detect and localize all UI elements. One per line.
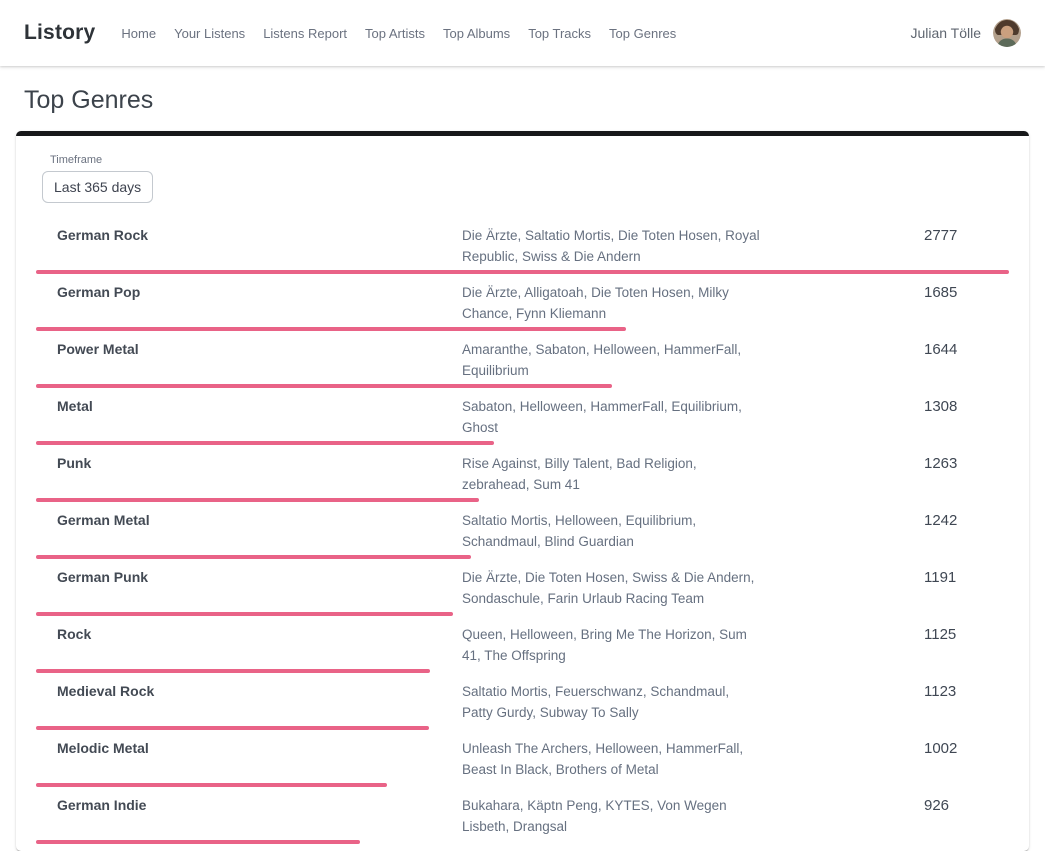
genre-bar (36, 669, 430, 673)
genre-artists: Die Ärzte, Die Toten Hosen, Swiss & Die … (462, 567, 762, 609)
genre-name: German Rock (36, 225, 462, 243)
genre-count: 1308 (924, 396, 1009, 415)
genre-name: Metal (36, 396, 462, 414)
genre-artists: Amaranthe, Sabaton, Helloween, HammerFal… (462, 339, 762, 381)
genre-bar (36, 327, 626, 331)
genre-artists: Unleash The Archers, Helloween, HammerFa… (462, 738, 762, 780)
nav-item-listens-report[interactable]: Listens Report (263, 26, 347, 41)
page-title: Top Genres (24, 86, 1021, 115)
genre-row: Melodic MetalUnleash The Archers, Hellow… (36, 733, 1009, 790)
genre-name: German Metal (36, 510, 462, 528)
genre-count: 2777 (924, 225, 1009, 244)
genre-name: German Pop (36, 282, 462, 300)
genre-row: Power MetalAmaranthe, Sabaton, Helloween… (36, 334, 1009, 391)
genre-artists: Sabaton, Helloween, HammerFall, Equilibr… (462, 396, 762, 438)
genre-name: Medieval Rock (36, 681, 462, 699)
genre-row: Medieval RockSaltatio Mortis, Feuerschwa… (36, 676, 1009, 733)
genre-bar (36, 498, 479, 502)
nav-item-your-listens[interactable]: Your Listens (174, 26, 245, 41)
genre-artists: Die Ärzte, Saltatio Mortis, Die Toten Ho… (462, 225, 762, 267)
genre-name: Power Metal (36, 339, 462, 357)
genre-name: German Punk (36, 567, 462, 585)
avatar[interactable] (993, 19, 1021, 47)
avatar-image (993, 19, 1021, 47)
timeframe-select[interactable]: Last 365 days (42, 171, 153, 203)
genre-row: German PopDie Ärzte, Alligatoah, Die Tot… (36, 277, 1009, 334)
nav-links: Home Your Listens Listens Report Top Artist… (121, 26, 676, 41)
nav-item-top-genres[interactable]: Top Genres (609, 26, 676, 41)
nav-item-top-tracks[interactable]: Top Tracks (528, 26, 591, 41)
top-genres-card: Timeframe Last 365 days German RockDie Ä… (16, 131, 1029, 851)
genre-count: 1263 (924, 453, 1009, 472)
nav-item-top-artists[interactable]: Top Artists (365, 26, 425, 41)
genre-name: Rock (36, 624, 462, 642)
top-navbar: Listory Home Your Listens Listens Report To… (0, 0, 1045, 66)
genre-name: German Indie (36, 795, 462, 813)
genre-artists: Rise Against, Billy Talent, Bad Religion… (462, 453, 762, 495)
genre-count: 1685 (924, 282, 1009, 301)
genre-row: German PunkDie Ärzte, Die Toten Hosen, S… (36, 562, 1009, 619)
genre-bar (36, 555, 471, 559)
genre-bar (36, 384, 612, 388)
genre-bar (36, 840, 360, 844)
genre-row: PunkRise Against, Billy Talent, Bad Reli… (36, 448, 1009, 505)
genre-artists: Bukahara, Käptn Peng, KYTES, Von Wegen L… (462, 795, 762, 837)
genre-artists: Saltatio Mortis, Helloween, Equilibrium,… (462, 510, 762, 552)
genre-count: 926 (924, 795, 1009, 814)
genre-count: 1123 (924, 681, 1009, 700)
brand-logo[interactable]: Listory (24, 21, 95, 45)
genre-name: Melodic Metal (36, 738, 462, 756)
genre-count: 1002 (924, 738, 1009, 757)
genre-bar (36, 441, 494, 445)
genre-row: MetalSabaton, Helloween, HammerFall, Equ… (36, 391, 1009, 448)
genre-table: German RockDie Ärzte, Saltatio Mortis, D… (36, 220, 1009, 847)
user-menu: Julian Tölle (910, 19, 1021, 47)
genre-count: 1242 (924, 510, 1009, 529)
genre-name: Punk (36, 453, 462, 471)
nav-item-top-albums[interactable]: Top Albums (443, 26, 510, 41)
genre-bar (36, 726, 429, 730)
genre-bar (36, 612, 453, 616)
genre-artists: Saltatio Mortis, Feuerschwanz, Schandmau… (462, 681, 762, 723)
nav-item-home[interactable]: Home (121, 26, 156, 41)
genre-count: 1644 (924, 339, 1009, 358)
genre-row: RockQueen, Helloween, Bring Me The Horiz… (36, 619, 1009, 676)
genre-artists: Queen, Helloween, Bring Me The Horizon, … (462, 624, 762, 666)
genre-row: German IndieBukahara, Käptn Peng, KYTES,… (36, 790, 1009, 847)
user-name[interactable]: Julian Tölle (910, 25, 981, 41)
genre-artists: Die Ärzte, Alligatoah, Die Toten Hosen, … (462, 282, 762, 324)
genre-row: German MetalSaltatio Mortis, Helloween, … (36, 505, 1009, 562)
timeframe-label: Timeframe (50, 154, 1009, 166)
genre-bar (36, 270, 1009, 274)
genre-row: German RockDie Ärzte, Saltatio Mortis, D… (36, 220, 1009, 277)
genre-bar (36, 783, 387, 787)
genre-count: 1125 (924, 624, 1009, 643)
genre-count: 1191 (924, 567, 1009, 586)
